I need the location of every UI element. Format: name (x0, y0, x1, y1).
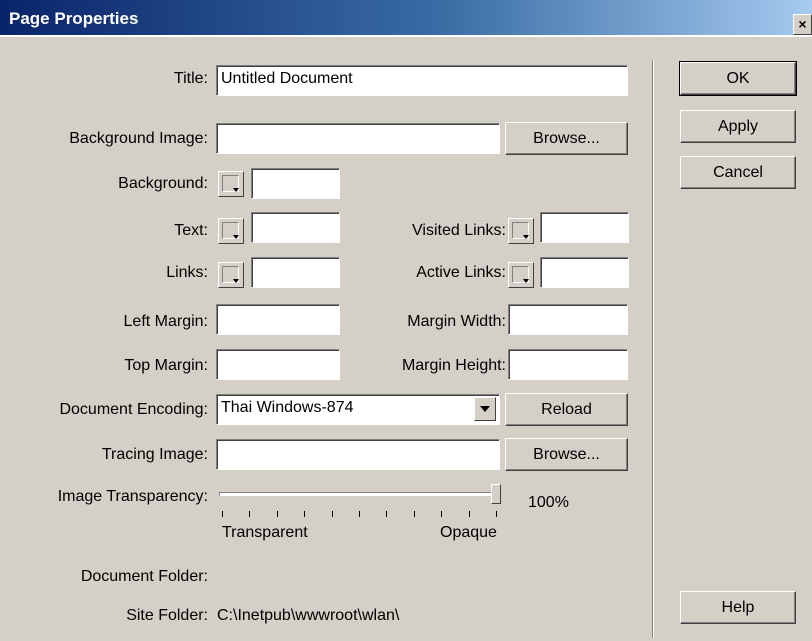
visited-links-color-field[interactable] (540, 212, 629, 243)
title-label: Title: (173, 70, 208, 87)
image-transparency-label: Image Transparency: (57, 488, 208, 505)
ok-button[interactable]: OK (679, 61, 797, 96)
margin-height-label: Margin Height: (401, 357, 506, 374)
cancel-button[interactable]: Cancel (680, 156, 796, 189)
close-button[interactable]: × (793, 14, 812, 35)
slider-tick (331, 511, 333, 517)
close-icon: × (798, 16, 807, 32)
top-margin-label: Top Margin: (124, 357, 208, 374)
opaque-label: Opaque (440, 524, 497, 541)
slider-tick (413, 511, 415, 517)
chevron-down-icon (480, 406, 490, 412)
transparency-slider-thumb[interactable] (491, 484, 501, 504)
transparency-value: 100% (528, 494, 569, 511)
top-margin-field[interactable] (216, 349, 340, 380)
slider-tick (496, 511, 497, 517)
text-color-field[interactable] (251, 212, 340, 243)
background-color-field[interactable] (251, 168, 340, 199)
links-color-picker[interactable] (218, 262, 244, 288)
apply-button[interactable]: Apply (680, 110, 796, 143)
chevron-down-icon (523, 279, 529, 283)
browse-tracing-button[interactable]: Browse... (505, 438, 628, 471)
links-label: Links: (166, 264, 208, 281)
tracing-image-field[interactable] (216, 439, 500, 470)
window-title: Page Properties (9, 9, 139, 28)
visited-links-label: Visited Links: (412, 222, 506, 239)
text-label: Text: (174, 222, 208, 239)
active-links-label: Active Links: (416, 264, 506, 281)
chevron-down-icon (523, 235, 529, 239)
slider-tick (359, 511, 360, 517)
margin-height-field[interactable] (508, 349, 628, 380)
slider-tick (441, 511, 443, 517)
visited-links-color-picker[interactable] (508, 218, 534, 244)
links-color-field[interactable] (251, 257, 340, 288)
site-folder-value: C:\Inetpub\wwwroot\wlan\ (217, 607, 400, 624)
background-image-field[interactable] (216, 123, 500, 154)
vertical-divider (652, 60, 654, 638)
title-bar: Page Properties (0, 0, 812, 37)
reload-button[interactable]: Reload (505, 393, 628, 426)
title-field[interactable]: Untitled Document (216, 65, 628, 96)
site-folder-label: Site Folder: (126, 607, 208, 624)
chevron-down-icon (233, 235, 239, 239)
left-margin-field[interactable] (216, 304, 340, 335)
margin-width-label: Margin Width: (407, 313, 506, 330)
slider-tick (222, 511, 223, 517)
document-encoding-dropdown-button[interactable] (474, 397, 496, 421)
background-color-picker[interactable] (218, 171, 244, 197)
tracing-image-label: Tracing Image: (101, 446, 208, 463)
active-links-color-field[interactable] (540, 257, 629, 288)
document-folder-label: Document Folder: (80, 568, 208, 585)
transparency-slider-track[interactable] (219, 492, 501, 496)
slider-tick (304, 511, 306, 517)
margin-width-field[interactable] (508, 304, 628, 335)
transparent-label: Transparent (222, 524, 308, 541)
slider-tick (468, 511, 470, 517)
document-encoding-label: Document Encoding: (59, 401, 208, 418)
slider-tick (386, 511, 388, 517)
text-color-picker[interactable] (218, 218, 244, 244)
chevron-down-icon (233, 279, 239, 283)
active-links-color-picker[interactable] (508, 262, 534, 288)
document-encoding-select[interactable]: Thai Windows-874 (216, 394, 500, 425)
background-image-label: Background Image: (69, 130, 208, 147)
chevron-down-icon (233, 188, 239, 192)
left-margin-label: Left Margin: (123, 313, 208, 330)
slider-tick (276, 511, 278, 517)
slider-tick (249, 511, 251, 517)
background-label: Background: (118, 175, 208, 192)
help-button[interactable]: Help (680, 591, 796, 624)
browse-background-button[interactable]: Browse... (505, 122, 628, 155)
document-encoding-value: Thai Windows-874 (221, 399, 354, 416)
